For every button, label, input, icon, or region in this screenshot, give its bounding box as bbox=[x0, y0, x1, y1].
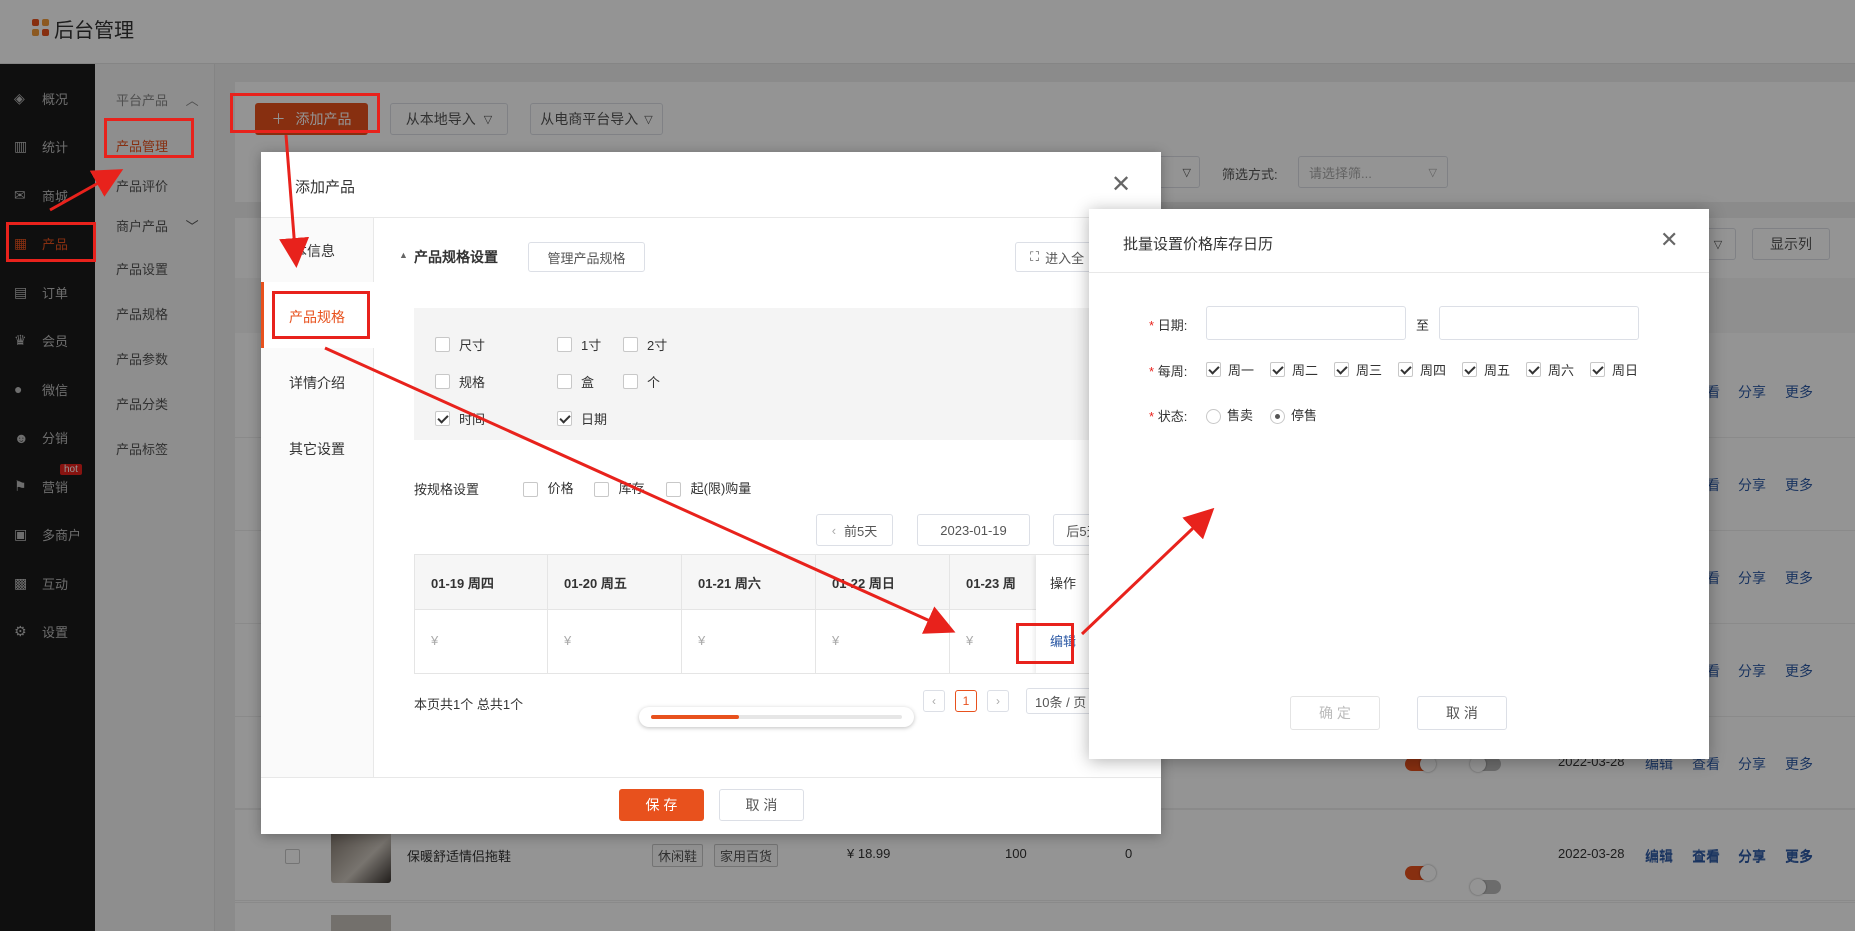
annotation-arrow bbox=[1080, 507, 1215, 636]
annotation-arrow bbox=[324, 346, 956, 634]
annotation-arrows bbox=[49, 134, 1215, 636]
annotation-arrow bbox=[49, 169, 124, 212]
annotation-arrow bbox=[279, 134, 310, 268]
